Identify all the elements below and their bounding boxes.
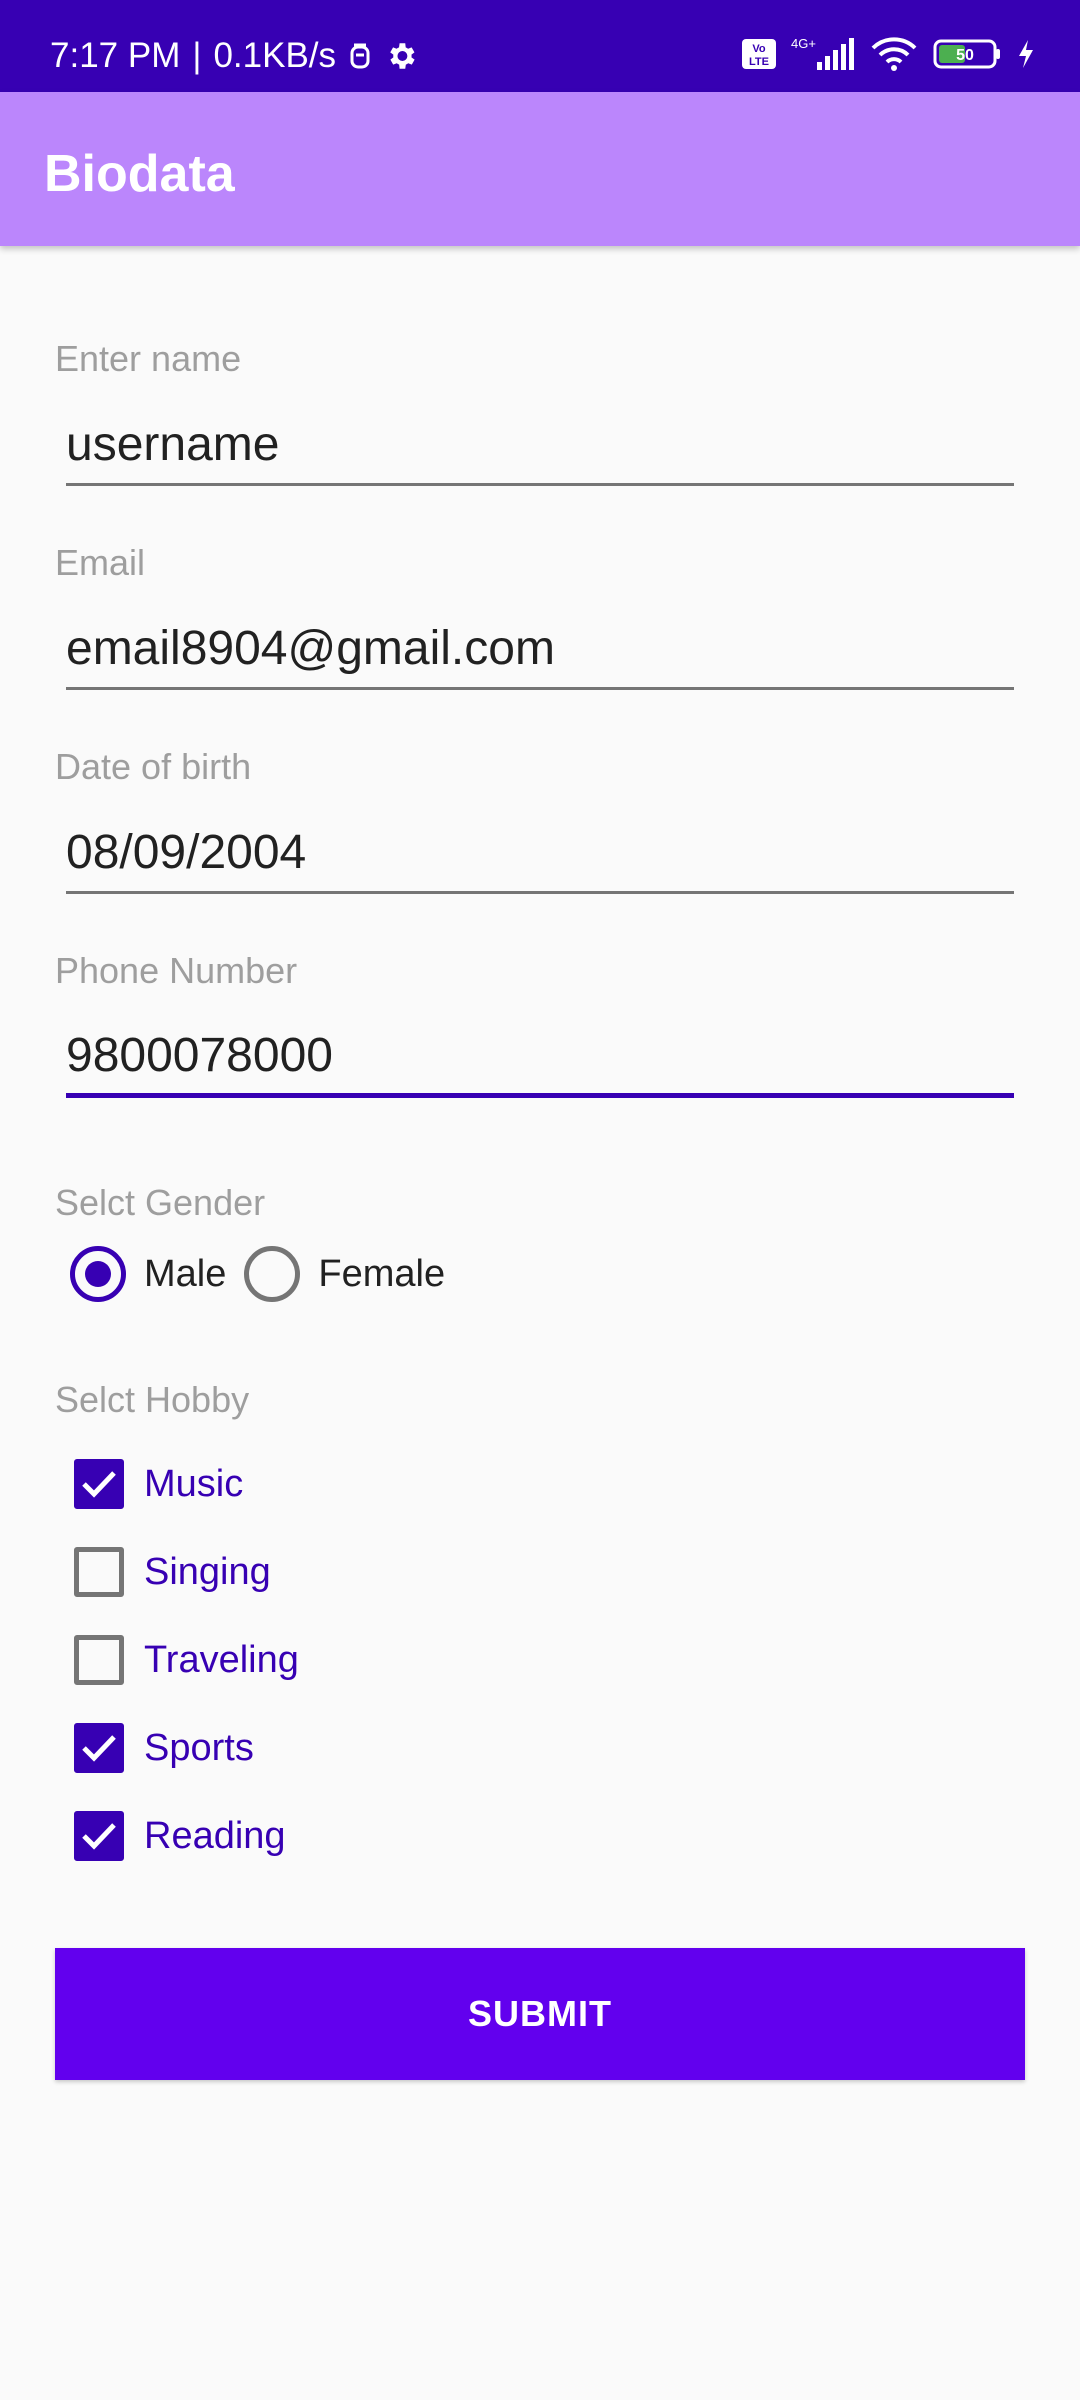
checkbox-reading-label: Reading (144, 1814, 286, 1857)
svg-text:50: 50 (956, 47, 974, 64)
gender-radio-group: Male Female (70, 1244, 463, 1304)
radio-female[interactable]: Female (244, 1246, 445, 1302)
checkbox-singing-box[interactable] (74, 1547, 124, 1597)
checkbox-singing[interactable]: Singing (74, 1528, 299, 1616)
checkbox-music[interactable]: Music (74, 1440, 299, 1528)
radio-male-circle[interactable] (70, 1246, 126, 1302)
submit-button[interactable]: SUBMIT (55, 1948, 1025, 2080)
hobby-label: Selct Hobby (55, 1379, 250, 1420)
volte-icon: Vo LTE (741, 38, 777, 70)
radio-male-label: Male (144, 1252, 227, 1295)
checkbox-music-label: Music (144, 1462, 244, 1505)
app-title: Biodata (44, 145, 235, 203)
checkmark-icon (82, 1471, 116, 1498)
phone-label: Phone Number (55, 950, 298, 991)
radio-female-label: Female (318, 1252, 446, 1295)
dob-label: Date of birth (55, 746, 252, 787)
checkmark-icon (82, 1823, 116, 1850)
checkbox-singing-label: Singing (144, 1550, 271, 1593)
dob-input[interactable] (66, 814, 1014, 894)
cellular-signal-icon: 4G+ (791, 36, 855, 72)
svg-text:Vo: Vo (752, 43, 766, 55)
checkbox-reading-box[interactable] (74, 1811, 124, 1861)
status-time: 7:17 PM (50, 36, 181, 75)
settings-gear-icon (384, 39, 418, 73)
notification-icon (348, 41, 372, 71)
battery-icon: 50 (933, 38, 1003, 70)
svg-text:LTE: LTE (749, 56, 769, 68)
name-label: Enter name (55, 338, 242, 379)
status-speed: 0.1KB/s (213, 36, 337, 75)
phone-input[interactable] (66, 1018, 1014, 1098)
checkbox-sports-box[interactable] (74, 1723, 124, 1773)
charging-bolt-icon (1017, 39, 1035, 69)
checkbox-traveling-label: Traveling (144, 1638, 299, 1681)
hobby-checkbox-list: Music Singing Traveling Sports Reading (74, 1440, 299, 1880)
checkbox-traveling-box[interactable] (74, 1635, 124, 1685)
checkbox-traveling[interactable]: Traveling (74, 1616, 299, 1704)
checkmark-icon (82, 1735, 116, 1762)
email-label: Email (55, 542, 146, 583)
email-input[interactable] (66, 610, 1014, 690)
status-bar: 7:17 PM | 0.1KB/s Vo LTE 4G+ 50 (0, 0, 1080, 92)
status-separator: | (192, 36, 202, 75)
checkbox-reading[interactable]: Reading (74, 1792, 299, 1880)
checkbox-music-box[interactable] (74, 1459, 124, 1509)
status-left: 7:17 PM | 0.1KB/s (50, 36, 418, 76)
app-bar: Biodata (0, 92, 1080, 246)
wifi-icon (869, 36, 919, 72)
checkbox-sports-label: Sports (144, 1726, 254, 1769)
svg-text:4G+: 4G+ (791, 36, 816, 51)
name-input[interactable] (66, 406, 1014, 486)
gender-label: Selct Gender (55, 1182, 266, 1223)
radio-female-circle[interactable] (244, 1246, 301, 1302)
checkbox-sports[interactable]: Sports (74, 1704, 299, 1792)
radio-male[interactable]: Male (70, 1246, 226, 1302)
status-right: Vo LTE 4G+ 50 (741, 36, 1035, 72)
